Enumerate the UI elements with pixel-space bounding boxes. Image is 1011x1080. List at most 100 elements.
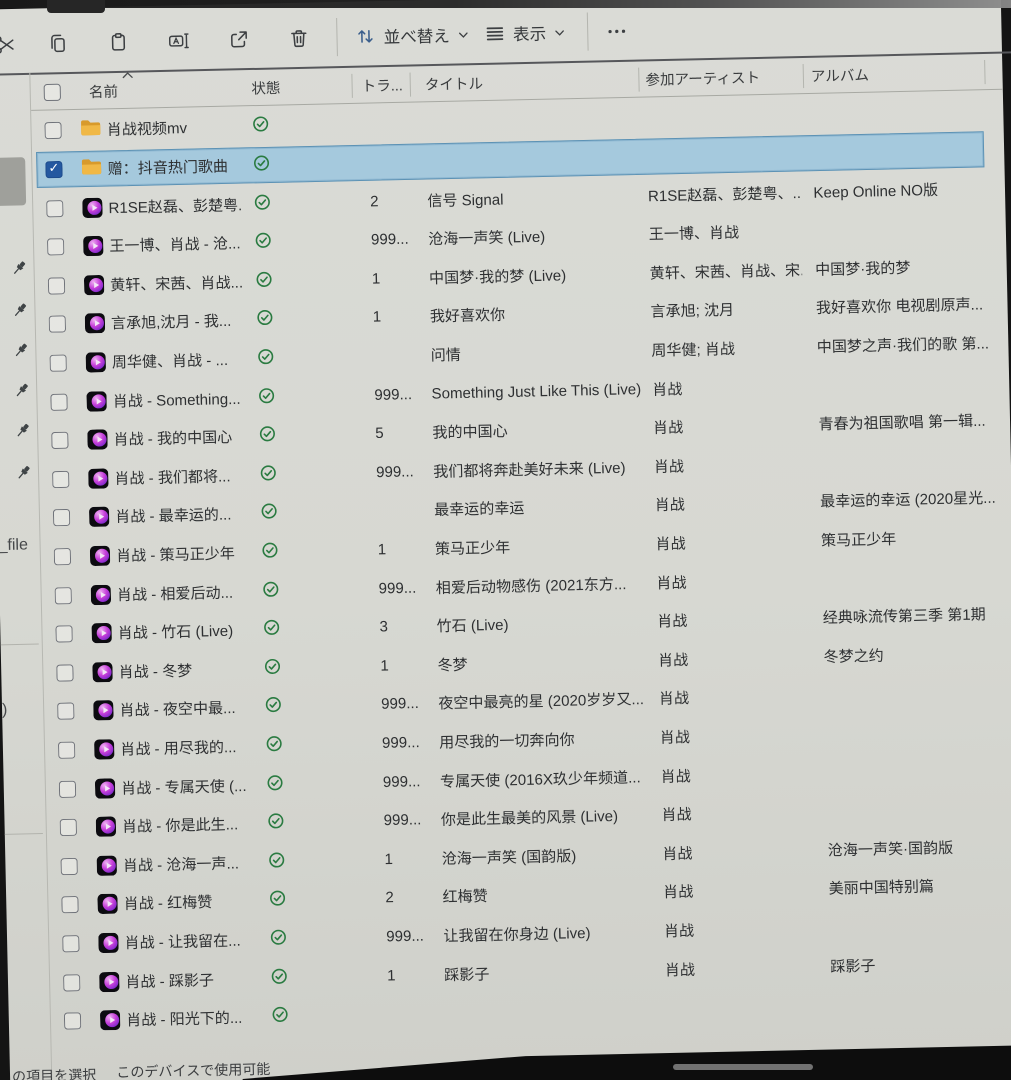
column-header-name[interactable]: 名前 [89,80,119,102]
contributing-artists: 肖战 [660,723,813,747]
file-name[interactable]: 肖战 - 策马正少年 [116,542,249,566]
file-name[interactable]: 王一博、肖战 - 沧... [109,232,242,256]
view-menu-button[interactable]: 表示 [484,15,567,51]
pin-icon [14,422,31,439]
row-checkbox[interactable] [50,393,67,410]
file-name[interactable]: 肖战 - 我的中国心 [113,426,246,450]
file-name[interactable]: 肖战 - 用尽我的... [120,736,253,760]
media-file-icon [98,933,118,953]
share-icon [226,27,250,51]
row-checkbox[interactable] [48,277,65,294]
rename-button[interactable] [161,23,196,58]
row-checkbox[interactable] [53,509,70,526]
availability-status-text: このデバイスで使用可能 [116,1059,270,1080]
album-name: 沧海一声笑·国韵版 [828,835,1005,860]
share-button[interactable] [221,22,256,57]
media-file-icon [91,623,111,643]
row-checkbox[interactable] [56,664,73,681]
album-name [812,110,988,114]
file-name[interactable]: 赠：抖音热门歌曲 [107,155,240,179]
track-number: 2 [370,192,416,210]
file-name[interactable]: 肖战 - Something... [112,387,245,411]
sort-menu-button[interactable]: 並べ替え [354,17,470,54]
nav-item-fragment[interactable]: ) [2,701,8,719]
file-name[interactable]: 肖战 - 你是此生... [122,813,255,837]
row-checkbox[interactable] [62,935,79,952]
file-name[interactable]: 黄轩、宋茜、肖战... [110,271,243,295]
row-checkbox[interactable] [54,548,71,565]
copy-button[interactable] [40,26,75,61]
delete-button[interactable] [281,20,316,55]
nav-separator [5,833,43,835]
media-file-icon [89,507,109,527]
more-options-button[interactable] [599,14,634,49]
file-name[interactable]: 肖战 - 专属天使 (... [121,774,254,798]
row-checkbox[interactable] [59,780,76,797]
sync-status-icon [262,580,280,601]
file-name[interactable]: 肖战 - 红梅赞 [123,891,256,915]
file-name[interactable]: 肖战 - 让我留在... [124,929,257,953]
row-checkbox[interactable] [49,354,66,371]
chevron-down-icon [457,28,470,41]
album-name [818,381,994,385]
row-checkbox[interactable] [51,432,68,449]
paste-button[interactable] [100,24,135,59]
row-checkbox[interactable] [55,625,72,642]
file-name[interactable]: 肖战 - 最幸运的... [115,503,248,527]
cut-button[interactable] [0,27,22,62]
row-checkbox[interactable] [60,819,77,836]
photo-top-edge [0,0,1011,8]
file-name[interactable]: 肖战 - 踩影子 [125,968,258,992]
sync-status-icon [267,812,285,833]
contributing-artists: 肖战 [664,917,817,941]
column-header-title[interactable]: タイトル [425,72,484,94]
nav-scrollbar-thumb[interactable] [0,157,26,206]
row-checkbox[interactable] [55,587,72,604]
sync-status-icon [266,774,284,795]
file-name[interactable]: 言承旭,沈月 - 我... [111,310,244,334]
media-file-icon [86,352,106,372]
column-header-artists[interactable]: 参加アーティスト [645,66,760,90]
song-title: 策马正少年 [435,533,648,559]
album-name: 踩影子 [830,952,1007,977]
track-number: 3 [379,618,425,636]
row-checkbox[interactable] [61,896,78,913]
row-checkbox[interactable] [60,858,77,875]
column-header-track[interactable]: トラ... [361,74,403,96]
album-name [831,1001,1007,1005]
row-checkbox[interactable] [63,974,80,991]
file-name[interactable]: 肖战 - 竹石 (Live) [118,620,251,644]
column-header-status[interactable]: 状態 [251,77,281,99]
file-name[interactable]: 肖战 - 相爱后动... [117,581,250,605]
row-checkbox[interactable] [64,1013,81,1030]
row-checkbox[interactable] [49,316,66,333]
rename-icon [166,29,190,53]
column-header-album[interactable]: アルバム [811,64,869,86]
sync-status-icon [270,929,288,950]
file-name[interactable]: 肖战 - 阳光下的... [126,1007,259,1031]
album-name [829,923,1005,927]
select-all-checkbox[interactable] [44,84,61,101]
nav-item-fragment[interactable]: _file [0,536,28,555]
row-checkbox[interactable] [57,703,74,720]
row-checkbox[interactable] [45,161,62,178]
row-checkbox[interactable] [46,200,63,217]
file-name[interactable]: 肖战 - 沧海一声... [123,852,256,876]
sync-status-icon [269,890,287,911]
album-name [826,769,1002,773]
row-checkbox[interactable] [52,471,69,488]
file-name[interactable]: R1SE赵磊、彭楚粤... [108,194,241,218]
file-name[interactable]: 肖战 - 我们都将... [114,465,247,489]
row-checkbox[interactable] [44,122,61,139]
row-checkbox[interactable] [47,238,64,255]
file-name[interactable]: 周华健、肖战 - ... [112,349,245,373]
song-title: 你是此生最美的风景 (Live) [441,804,654,830]
song-title: 踩影子 [444,959,657,985]
bezel-highlight [673,1064,813,1070]
file-name[interactable]: 肖战 - 夜空中最... [119,697,252,721]
file-name[interactable]: 肖战视频mv [107,116,240,140]
row-checkbox[interactable] [58,742,75,759]
file-name[interactable]: 肖战 - 冬梦 [118,658,251,682]
album-name: 最幸运的幸运 (2020星光... [820,487,997,512]
album-name: 中国梦·我的梦 [815,255,992,280]
